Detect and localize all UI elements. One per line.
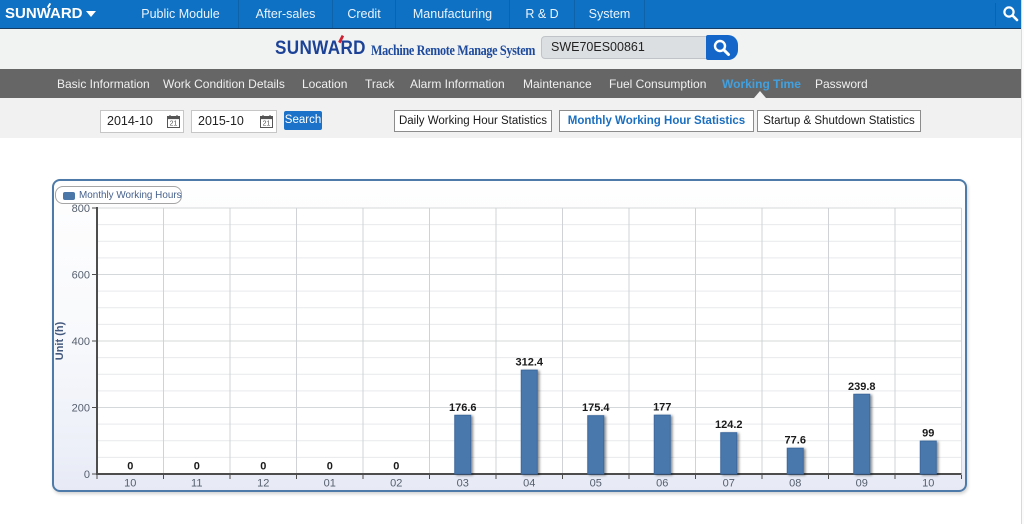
- svg-text:02: 02: [390, 478, 402, 490]
- svg-text:08: 08: [789, 478, 801, 490]
- svg-text:05: 05: [590, 478, 602, 490]
- svg-text:177: 177: [653, 402, 671, 414]
- svg-text:99: 99: [922, 428, 934, 440]
- svg-text:0: 0: [127, 461, 133, 473]
- svg-text:600: 600: [72, 270, 90, 282]
- svg-text:0: 0: [194, 461, 200, 473]
- svg-text:03: 03: [457, 478, 469, 490]
- svg-text:200: 200: [72, 403, 90, 415]
- svg-text:176.6: 176.6: [449, 402, 477, 414]
- svg-text:175.4: 175.4: [582, 402, 610, 414]
- svg-text:0: 0: [260, 461, 266, 473]
- svg-text:04: 04: [523, 478, 535, 490]
- svg-text:21: 21: [170, 121, 178, 128]
- svg-text:10: 10: [922, 478, 934, 490]
- svg-text:0: 0: [327, 461, 333, 473]
- svg-text:312.4: 312.4: [515, 357, 543, 369]
- svg-text:01: 01: [324, 478, 336, 490]
- svg-text:124.2: 124.2: [715, 419, 743, 431]
- svg-text:239.8: 239.8: [848, 381, 876, 393]
- svg-text:07: 07: [723, 478, 735, 490]
- svg-text:77.6: 77.6: [785, 435, 806, 447]
- svg-text:10: 10: [124, 478, 136, 490]
- svg-text:21: 21: [263, 121, 271, 128]
- svg-text:11: 11: [191, 478, 202, 490]
- svg-text:400: 400: [72, 336, 90, 348]
- svg-text:800: 800: [72, 203, 90, 215]
- svg-text:0: 0: [84, 469, 90, 481]
- svg-text:Unit (h): Unit (h): [54, 321, 66, 360]
- svg-text:09: 09: [856, 478, 868, 490]
- svg-text:12: 12: [257, 478, 269, 490]
- svg-text:06: 06: [656, 478, 668, 490]
- svg-text:0: 0: [393, 461, 399, 473]
